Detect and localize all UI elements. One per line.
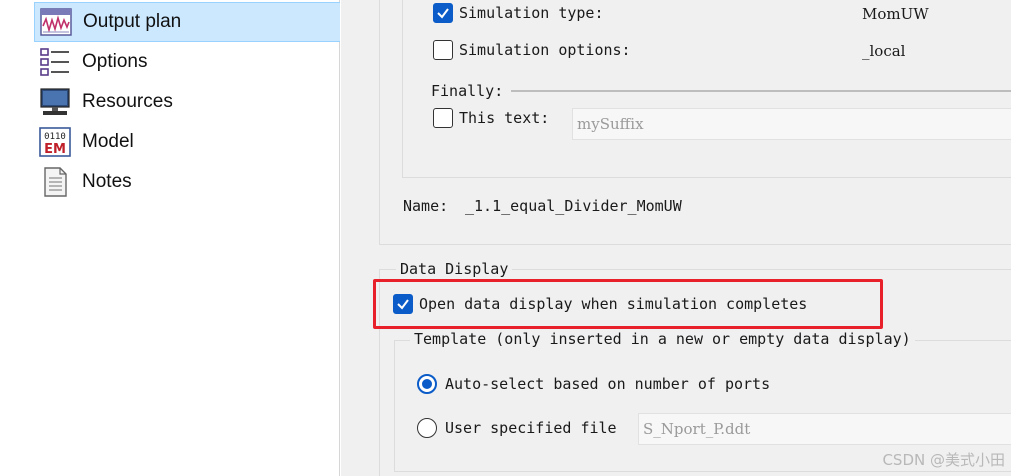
simulation-options-value: _local	[862, 42, 906, 60]
em-model-icon: 0110 EM	[38, 125, 72, 159]
auto-select-row: Auto-select based on number of ports	[417, 374, 770, 394]
simulation-options-label: Simulation options:	[459, 41, 631, 59]
this-text-input[interactable]: mySuffix	[572, 108, 1011, 140]
monitor-icon	[38, 85, 72, 119]
user-file-row: User specified file	[417, 418, 617, 438]
user-file-input[interactable]: S_Nport_P.ddt	[638, 413, 1011, 445]
simulation-type-row: Simulation type:	[433, 3, 604, 23]
sidebar: Output plan Options Resources 0110 EM Mo…	[0, 0, 340, 476]
sidebar-item-output-plan[interactable]: Output plan	[34, 2, 340, 42]
watermark: CSDN @美式小田	[882, 451, 1005, 469]
simulation-options-row: Simulation options:	[433, 40, 631, 60]
name-label: Name:	[403, 197, 449, 215]
notes-document-icon	[38, 165, 72, 199]
finally-label: Finally:	[431, 82, 504, 100]
finally-separator	[511, 90, 1011, 92]
sidebar-item-label: Notes	[82, 171, 132, 192]
output-plan-panel: Simulation type: MomUW Simulation option…	[341, 0, 1011, 476]
highlight-annotation	[373, 279, 883, 329]
checkmark-icon	[437, 8, 449, 19]
data-display-legend: Data Display	[396, 260, 513, 278]
simulation-options-checkbox[interactable]	[433, 40, 453, 60]
sidebar-item-resources[interactable]: Resources	[34, 82, 340, 122]
sidebar-item-label: Model	[82, 131, 134, 152]
output-plan-icon	[39, 5, 73, 39]
sidebar-item-label: Options	[82, 51, 148, 72]
sidebar-item-label: Resources	[82, 91, 173, 112]
template-legend: Template (only inserted in a new or empt…	[410, 330, 915, 348]
options-list-icon	[38, 45, 72, 79]
simulation-type-checkbox[interactable]	[433, 3, 453, 23]
svg-text:EM: EM	[44, 142, 66, 157]
svg-text:0110: 0110	[44, 132, 66, 142]
user-file-radio[interactable]	[417, 418, 437, 438]
simulation-type-value: MomUW	[862, 5, 929, 23]
sidebar-item-label: Output plan	[83, 11, 182, 32]
sidebar-item-options[interactable]: Options	[34, 42, 340, 82]
this-text-checkbox[interactable]	[433, 108, 453, 128]
name-value: _1.1_equal_Divider_MomUW	[465, 197, 682, 215]
simulation-type-label: Simulation type:	[459, 4, 604, 22]
sidebar-item-model[interactable]: 0110 EM Model	[34, 122, 340, 162]
user-file-label: User specified file	[445, 419, 617, 437]
sidebar-item-notes[interactable]: Notes	[34, 162, 340, 202]
auto-select-radio[interactable]	[417, 374, 437, 394]
auto-select-label: Auto-select based on number of ports	[445, 375, 771, 393]
this-text-row: This text:	[433, 108, 549, 128]
this-text-label: This text:	[459, 109, 550, 127]
